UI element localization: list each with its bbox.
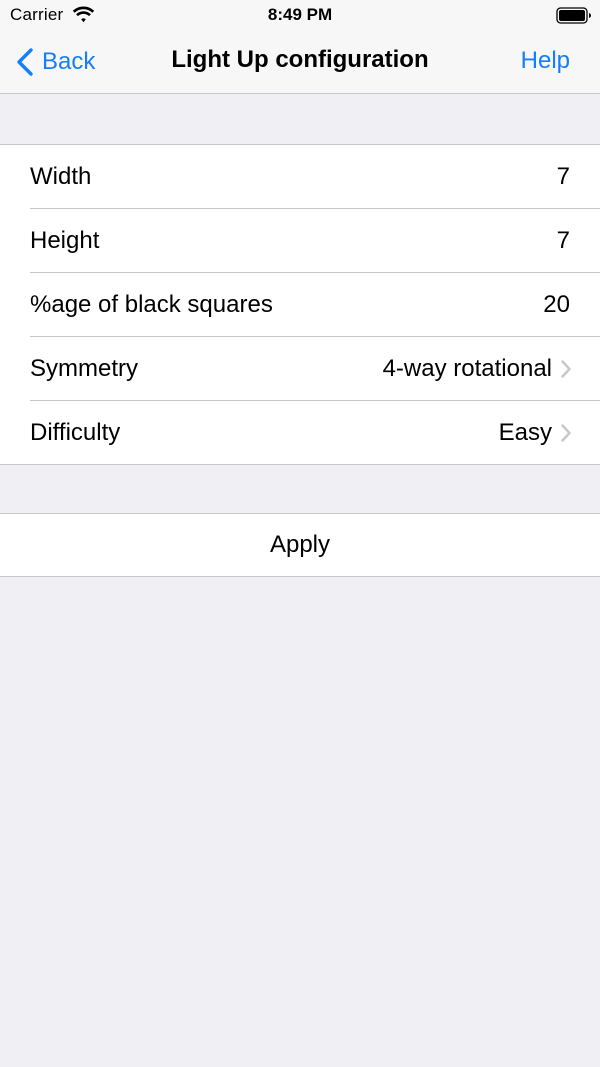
difficulty-row[interactable]: Difficulty Easy bbox=[30, 401, 600, 464]
height-label: Height bbox=[30, 226, 100, 254]
black-squares-row[interactable]: %age of black squares 20 bbox=[30, 273, 600, 337]
chevron-right-icon bbox=[561, 359, 571, 378]
width-label: Width bbox=[30, 162, 92, 190]
symmetry-value-wrap: 4-way rotational bbox=[382, 354, 571, 383]
apply-button[interactable]: Apply bbox=[0, 513, 600, 577]
width-value[interactable]: 7 bbox=[557, 163, 570, 191]
help-button[interactable]: Help bbox=[521, 47, 570, 75]
navigation-bar: Back Light Up configuration Help bbox=[0, 32, 600, 94]
width-row[interactable]: Width 7 bbox=[30, 145, 600, 209]
chevron-right-icon bbox=[561, 423, 571, 442]
battery-icon bbox=[556, 7, 591, 24]
difficulty-value-wrap: Easy bbox=[498, 418, 571, 447]
symmetry-row[interactable]: Symmetry 4-way rotational bbox=[30, 337, 600, 401]
settings-group: Width 7 Height 7 %age of black squares 2… bbox=[0, 144, 600, 465]
difficulty-label: Difficulty bbox=[30, 418, 121, 446]
difficulty-value: Easy bbox=[498, 418, 552, 446]
apply-label: Apply bbox=[269, 531, 331, 558]
page-title: Light Up configuration bbox=[171, 46, 429, 73]
height-value[interactable]: 7 bbox=[557, 227, 570, 255]
status-bar: Carrier 8:49 PM bbox=[0, 0, 600, 32]
black-squares-value[interactable]: 20 bbox=[543, 291, 570, 319]
height-row[interactable]: Height 7 bbox=[30, 209, 600, 273]
symmetry-value: 4-way rotational bbox=[382, 354, 552, 382]
black-squares-label: %age of black squares bbox=[30, 290, 273, 318]
clock-time: 8:49 PM bbox=[267, 5, 333, 24]
symmetry-label: Symmetry bbox=[30, 354, 138, 382]
